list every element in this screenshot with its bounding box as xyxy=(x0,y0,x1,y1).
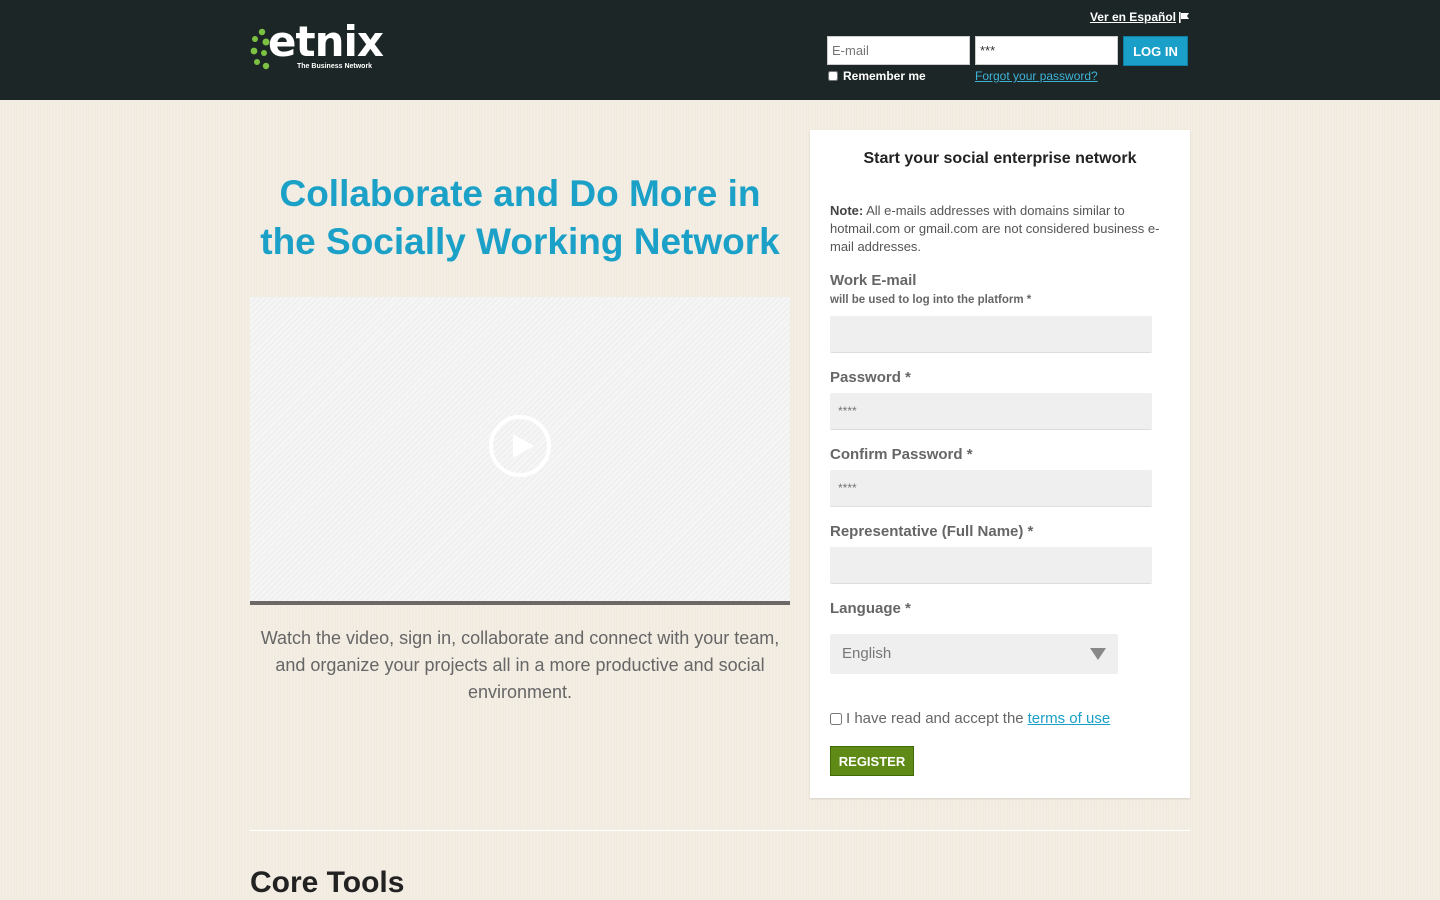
hero-headline: Collaborate and Do More in the Socially … xyxy=(260,173,780,262)
work-email-field[interactable] xyxy=(830,316,1152,353)
core-tools-title: Core Tools xyxy=(250,866,405,899)
login-email-input[interactable] xyxy=(827,36,970,65)
register-title: Start your social enterprise network xyxy=(863,150,1137,167)
chevron-down-icon xyxy=(1090,648,1106,660)
language-label: Language * xyxy=(830,600,911,617)
terms-checkbox[interactable] xyxy=(830,712,842,725)
note-label: Note: xyxy=(830,203,864,218)
password-label: Password * xyxy=(830,369,911,386)
forgot-password-link[interactable]: Forgot your password? xyxy=(975,69,1098,83)
language-switch-link[interactable]: Ver en Español xyxy=(1090,10,1190,24)
language-select-value: English xyxy=(842,645,892,662)
confirm-password-field[interactable] xyxy=(830,470,1152,507)
login-password-input[interactable] xyxy=(975,36,1118,65)
video-description: Watch the video, sign in, collaborate an… xyxy=(260,628,780,702)
register-note: Note: All e-mails addresses with domains… xyxy=(830,202,1160,256)
work-email-label: Work E-mail xyxy=(830,272,917,289)
terms-acceptance[interactable]: I have read and accept the terms of use xyxy=(830,710,1110,727)
top-bar: etnix The Business Network Ver en Españo… xyxy=(0,0,1440,100)
language-select[interactable]: English xyxy=(830,634,1118,674)
password-field[interactable] xyxy=(830,393,1152,430)
video-player[interactable] xyxy=(250,297,790,605)
etnix-logo[interactable]: etnix The Business Network xyxy=(250,18,384,74)
register-button[interactable]: REGISTER xyxy=(830,746,914,776)
remember-me-checkbox[interactable] xyxy=(828,71,838,81)
full-name-field[interactable] xyxy=(830,547,1152,584)
full-name-label: Representative (Full Name) * xyxy=(830,523,1034,540)
logo-tagline: The Business Network xyxy=(297,63,373,70)
remember-me-label: Remember me xyxy=(843,69,926,83)
terms-text: I have read and accept the xyxy=(846,710,1024,727)
flag-icon xyxy=(1179,11,1189,23)
confirm-password-label: Confirm Password * xyxy=(830,446,973,463)
login-button[interactable]: LOG IN xyxy=(1123,36,1188,66)
logo-wordmark: etnix xyxy=(268,17,384,66)
language-switch-label: Ver en Español xyxy=(1089,10,1176,24)
note-text: All e-mails addresses with domains simil… xyxy=(830,203,1160,254)
remember-me[interactable]: Remember me xyxy=(828,69,926,83)
section-divider xyxy=(250,830,1190,831)
register-card: Start your social enterprise network Not… xyxy=(810,130,1190,798)
terms-of-use-link[interactable]: terms of use xyxy=(1028,710,1111,727)
work-email-sublabel: will be used to log into the platform * xyxy=(830,294,1032,306)
play-icon[interactable] xyxy=(488,414,552,478)
